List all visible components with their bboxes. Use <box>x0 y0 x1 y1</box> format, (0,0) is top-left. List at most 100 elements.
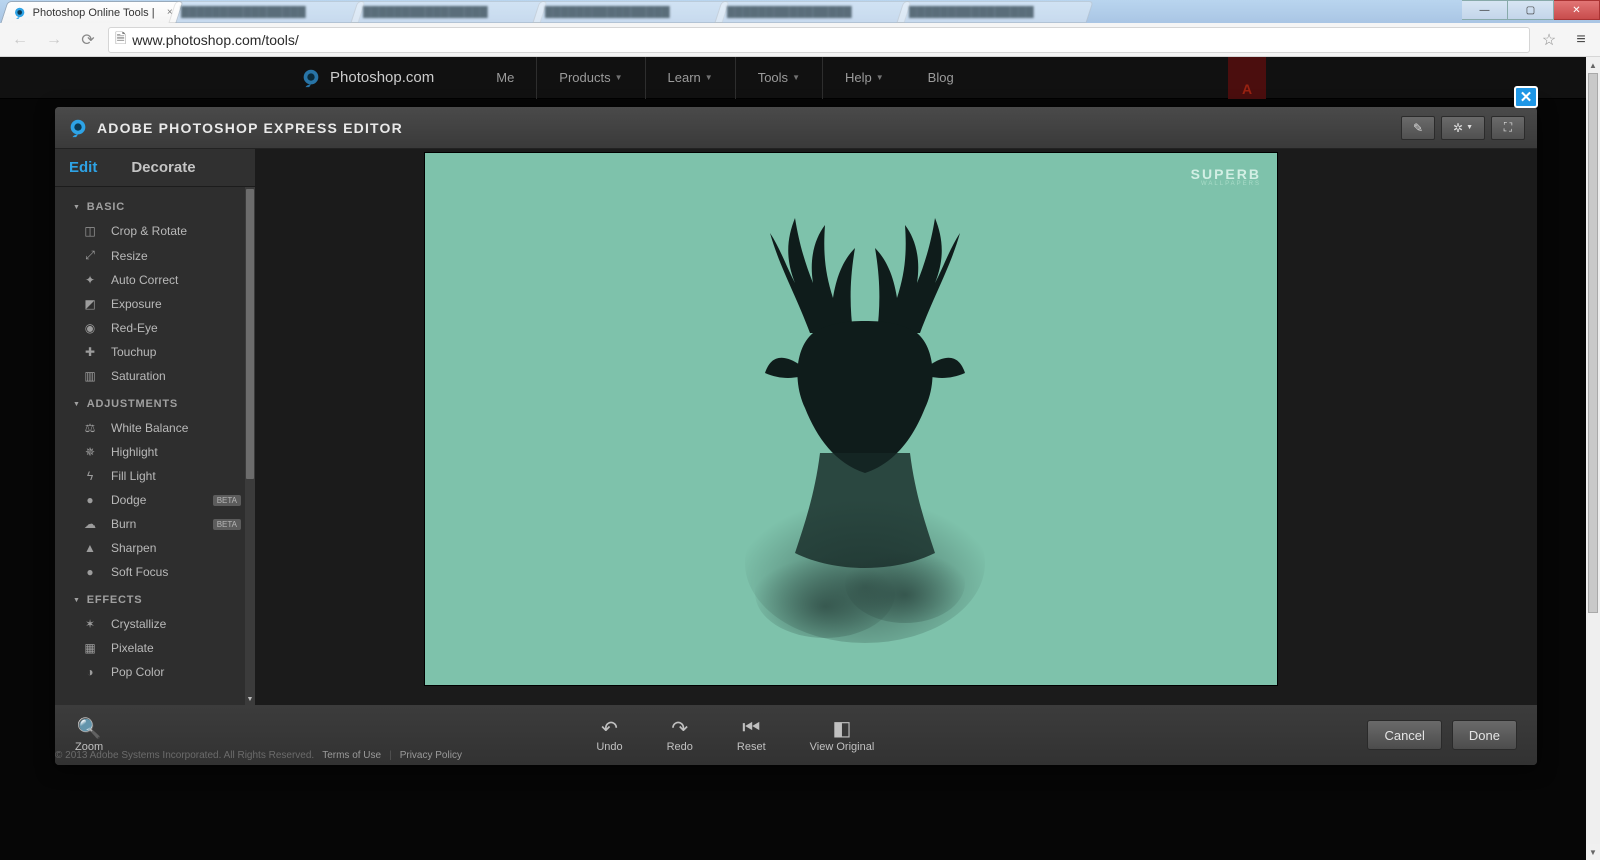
background-tab[interactable]: ████████████████ <box>714 1 911 23</box>
section-header-basic[interactable]: ▼BASIC <box>55 191 255 219</box>
image-canvas[interactable]: SUPERB WALLPAPERS <box>425 153 1277 685</box>
burn-icon: ☁ <box>81 517 99 531</box>
tool-highlight[interactable]: ✵Highlight <box>55 440 255 464</box>
window-controls: — ▢ ✕ <box>1462 0 1600 20</box>
deer-silhouette <box>725 213 1005 653</box>
bandaid-icon: ✚ <box>81 345 99 359</box>
photoshop-logo-icon <box>67 117 89 139</box>
tab-edit[interactable]: Edit <box>69 159 97 176</box>
tool-crystallize[interactable]: ✶Crystallize <box>55 612 255 636</box>
tool-resize[interactable]: ⤢Resize <box>55 243 255 268</box>
tab-decorate[interactable]: Decorate <box>131 159 195 176</box>
tab-title: Photoshop Online Tools | <box>33 7 155 19</box>
tool-white-balance[interactable]: ⚖White Balance <box>55 416 255 440</box>
view-original-button[interactable]: ◧View Original <box>810 717 875 753</box>
dodge-icon: ● <box>81 493 99 507</box>
footer-terms[interactable]: Terms of Use <box>322 750 381 761</box>
background-tab[interactable]: ████████████████ <box>168 1 365 23</box>
nav-help[interactable]: Help▼ <box>823 57 906 99</box>
chevron-down-icon: ▼ <box>73 597 81 604</box>
sat-icon: ▥ <box>81 369 99 383</box>
tool-sharpen[interactable]: ▲Sharpen <box>55 536 255 560</box>
redo-button[interactable]: ↷Redo <box>667 717 693 753</box>
crystal-icon: ✶ <box>81 617 99 631</box>
window-maximize[interactable]: ▢ <box>1508 0 1554 20</box>
page-scrollbar[interactable]: ▲▼ <box>1586 57 1600 860</box>
nav-learn[interactable]: Learn▼ <box>646 57 735 99</box>
express-editor: ADOBE PHOTOSHOP EXPRESS EDITOR ✎ ✲ ▼ ⛶ E… <box>55 107 1537 765</box>
url-text: www.photoshop.com/tools/ <box>132 32 299 48</box>
nav-me[interactable]: Me <box>474 57 536 99</box>
tool-saturation[interactable]: ▥Saturation <box>55 364 255 388</box>
page-icon: 🗎 <box>115 28 126 52</box>
undo-icon: ↶ <box>601 717 618 739</box>
tool-exposure[interactable]: ◩Exposure <box>55 292 255 316</box>
beta-badge: BETA <box>213 495 241 506</box>
beta-badge: BETA <box>213 519 241 530</box>
section-header-adjustments[interactable]: ▼ADJUSTMENTS <box>55 388 255 416</box>
background-tab[interactable]: ████████████████ <box>896 1 1093 23</box>
redo-icon: ↷ <box>671 717 688 739</box>
canvas-area: SUPERB WALLPAPERS <box>255 149 1537 705</box>
tool-pop-color[interactable]: ◑Pop Color <box>55 660 255 684</box>
tool-sidebar: Edit Decorate ▲▼ ▼BASIC◫Crop & Rotate⤢Re… <box>55 149 255 705</box>
nav-back-icon[interactable]: ← <box>6 26 34 54</box>
photoshop-favicon <box>13 6 27 20</box>
done-button[interactable]: Done <box>1452 720 1517 750</box>
undo-button[interactable]: ↶Undo <box>596 717 622 753</box>
background-tab[interactable]: ████████████████ <box>532 1 729 23</box>
crop-icon: ◫ <box>81 224 99 238</box>
nav-reload-icon[interactable]: ⟳ <box>74 26 102 54</box>
resize-icon: ⤢ <box>81 248 99 263</box>
pop-icon: ◑ <box>81 665 99 679</box>
site-brand[interactable]: Photoshop.com <box>330 69 434 86</box>
adobe-badge[interactable]: A <box>1228 57 1266 99</box>
tool-pixelate[interactable]: ▦Pixelate <box>55 636 255 660</box>
nav-products[interactable]: Products▼ <box>536 57 645 99</box>
balance-icon: ⚖ <box>81 421 99 435</box>
chevron-down-icon: ▼ <box>73 401 81 408</box>
view-original-icon: ◧ <box>833 717 852 739</box>
tool-soft-focus[interactable]: ●Soft Focus <box>55 560 255 584</box>
wand-icon: ✦ <box>81 273 99 287</box>
page-footer: © 2013 Adobe Systems Incorporated. All R… <box>55 745 462 765</box>
address-bar: ← → ⟳ 🗎 www.photoshop.com/tools/ ☆ ≡ <box>0 23 1600 57</box>
section-header-effects[interactable]: ▼EFFECTS <box>55 584 255 612</box>
tool-auto-correct[interactable]: ✦Auto Correct <box>55 268 255 292</box>
active-tab[interactable]: Photoshop Online Tools | × <box>0 1 183 23</box>
header-tool-fullscreen[interactable]: ⛶ <box>1491 116 1525 140</box>
editor-title: ADOBE PHOTOSHOP EXPRESS EDITOR <box>97 120 403 136</box>
bolt-icon: ϟ <box>81 469 99 483</box>
tool-fill-light[interactable]: ϟFill Light <box>55 464 255 488</box>
cancel-button[interactable]: Cancel <box>1367 720 1441 750</box>
nav-forward-icon[interactable]: → <box>40 26 68 54</box>
chevron-down-icon: ▼ <box>73 204 81 211</box>
zoom-icon: 🔍 <box>77 717 102 739</box>
window-close[interactable]: ✕ <box>1554 0 1600 20</box>
editor-close-button[interactable]: ✕ <box>1514 86 1538 108</box>
reset-icon: ⏮ <box>742 717 760 739</box>
editor-header: ADOBE PHOTOSHOP EXPRESS EDITOR ✎ ✲ ▼ ⛶ <box>55 107 1537 149</box>
footer-privacy[interactable]: Privacy Policy <box>400 750 462 761</box>
nav-blog[interactable]: Blog <box>906 57 976 99</box>
header-tool-pen[interactable]: ✎ <box>1401 116 1435 140</box>
footer-copyright: © 2013 Adobe Systems Incorporated. All R… <box>55 750 314 761</box>
header-tool-settings[interactable]: ✲ ▼ <box>1441 116 1485 140</box>
chrome-menu-icon[interactable]: ≡ <box>1568 27 1594 53</box>
tool-touchup[interactable]: ✚Touchup <box>55 340 255 364</box>
nav-tools[interactable]: Tools▼ <box>735 57 823 99</box>
bulb-icon: ✵ <box>81 445 99 459</box>
pixel-icon: ▦ <box>81 641 99 655</box>
reset-button[interactable]: ⏮Reset <box>737 717 766 753</box>
url-field[interactable]: 🗎 www.photoshop.com/tools/ <box>108 27 1530 53</box>
background-tab[interactable]: ████████████████ <box>350 1 547 23</box>
tool-dodge[interactable]: ●DodgeBETA <box>55 488 255 512</box>
tool-burn[interactable]: ☁BurnBETA <box>55 512 255 536</box>
window-minimize[interactable]: — <box>1462 0 1508 20</box>
bookmark-star-icon[interactable]: ☆ <box>1536 27 1562 53</box>
tool-red-eye[interactable]: ◉Red-Eye <box>55 316 255 340</box>
browser-tab-strip: Photoshop Online Tools | × █████████████… <box>0 0 1600 23</box>
tool-crop-rotate[interactable]: ◫Crop & Rotate <box>55 219 255 243</box>
eye-icon: ◉ <box>81 321 99 335</box>
drop-icon: ● <box>81 565 99 579</box>
